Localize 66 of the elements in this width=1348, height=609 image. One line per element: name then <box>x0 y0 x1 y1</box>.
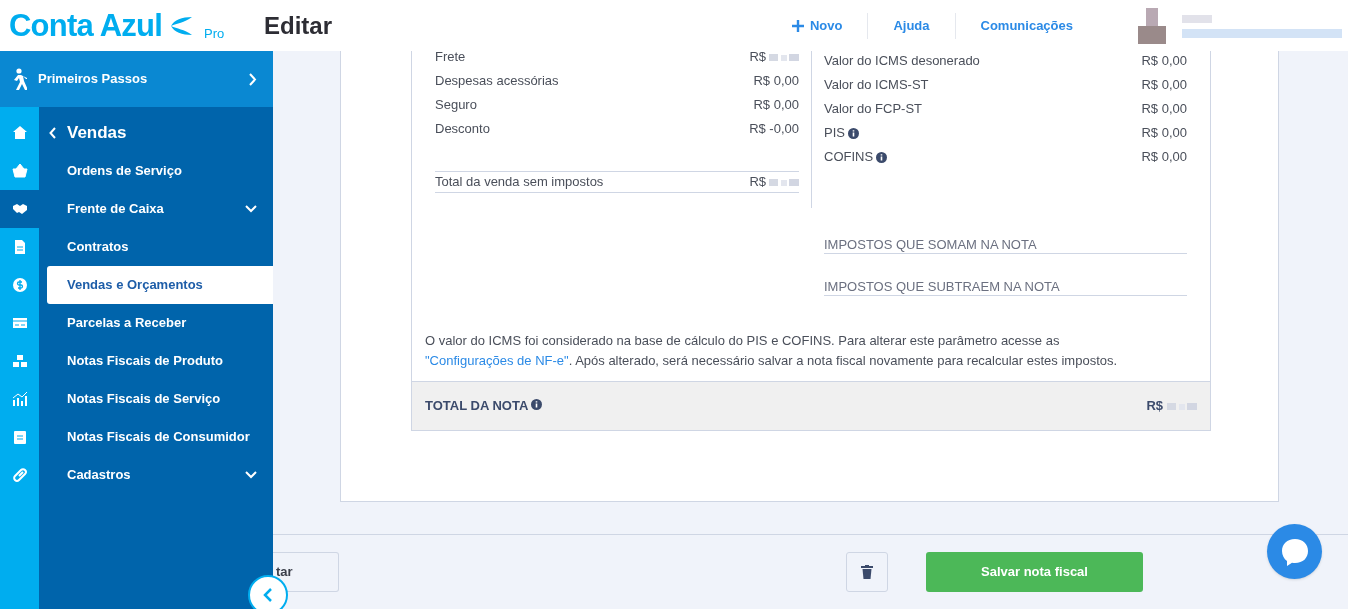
settings-link[interactable]: "Configurações de NF-e" <box>425 353 569 368</box>
rail-item[interactable] <box>0 190 39 228</box>
header-link[interactable]: Comunicações <box>955 15 1098 36</box>
tax-label: Valor do ICMS-ST <box>824 76 929 95</box>
primeiros-passos-item[interactable]: Primeiros Passos <box>0 51 273 107</box>
chevron-right-icon <box>249 72 257 86</box>
tax-label: COFINS <box>824 148 874 167</box>
summary-total-label: Total da venda sem impostos <box>435 173 604 192</box>
total-value: R$ <box>1146 397 1163 416</box>
chart-icon <box>11 391 28 407</box>
tax-value: R$ 0,00 <box>1141 100 1187 119</box>
summary-total-value: R$ <box>749 173 766 192</box>
section-heading: IMPOSTOS QUE SUBTRAEM NA NOTA <box>824 278 1187 296</box>
summary-label: Seguro <box>435 96 477 115</box>
tax-value: R$ 0,00 <box>1141 124 1187 143</box>
total-label: TOTAL DA NOTA <box>425 397 529 416</box>
new-button[interactable]: Novo <box>785 15 868 36</box>
plan-label: Pro <box>204 24 225 43</box>
card-icon <box>11 315 28 331</box>
plus-icon <box>791 19 804 32</box>
clipboard-icon <box>11 429 28 445</box>
basket-icon <box>11 163 28 179</box>
page-title: Editar <box>264 10 332 41</box>
info-note: O valor do ICMS foi considerado na base de cálculo do PIS e COFINS. Para alterar este parâmetro acesse as "Configurações de NF-e". Após alterado, será necessário salvar a nota fiscal novamente para recalcular estes impostos. <box>424 332 1119 370</box>
wing-icon <box>168 15 194 37</box>
sidebar-item[interactable]: Frente de Caixa <box>47 190 273 228</box>
tax-label: Valor do FCP-ST <box>824 100 922 119</box>
tax-label: PIS <box>824 124 845 143</box>
blurred-value-icon <box>769 177 799 187</box>
sidebar-item[interactable]: Contratos <box>47 228 273 266</box>
summary-value: R$ -0,00 <box>749 120 799 139</box>
chat-button[interactable] <box>1267 524 1322 579</box>
dollar-coin-icon <box>11 277 28 293</box>
house-icon <box>11 125 28 141</box>
summary-value: R$ 0,00 <box>753 96 799 115</box>
section-heading: IMPOSTOS QUE SOMAM NA NOTA <box>824 236 1187 254</box>
chevron-left-icon <box>263 588 273 602</box>
summary-value: R$ 0,00 <box>753 72 799 91</box>
tax-value: R$ 0,00 <box>1141 52 1187 71</box>
link-icon <box>11 467 28 483</box>
boxes-icon <box>11 353 28 369</box>
tax-value: R$ 0,00 <box>1141 148 1187 167</box>
header-link[interactable]: Ajuda <box>868 15 955 36</box>
tax-value: R$ 0,00 <box>1141 76 1187 95</box>
info-icon <box>531 398 543 410</box>
sidebar-item[interactable]: Notas Fiscais de Serviço <box>47 380 273 418</box>
chevron-left-icon <box>49 127 57 139</box>
back-to-vendas[interactable]: Vendas <box>39 120 273 146</box>
sidebar-item[interactable]: Notas Fiscais de Consumidor <box>47 418 273 456</box>
sidebar-item[interactable]: Ordens de Serviço <box>47 152 273 190</box>
summary-label: Frete <box>435 48 466 67</box>
logo-text: Conta Azul <box>9 10 162 41</box>
sidebar-item[interactable]: Cadastros <box>47 456 273 494</box>
tax-label: Valor do ICMS desonerado <box>824 52 980 71</box>
summary-label: Despesas acessórias <box>435 72 559 91</box>
sidebar-item[interactable]: Vendas e Orçamentos <box>47 266 273 304</box>
delete-button[interactable] <box>846 552 888 592</box>
avatar-icon <box>1138 7 1166 44</box>
collapse-sidebar-button[interactable] <box>248 575 288 609</box>
trash-icon <box>861 565 873 579</box>
chevron-down-icon <box>245 471 257 479</box>
summary-label: Desconto <box>435 120 490 139</box>
chevron-down-icon <box>245 205 257 213</box>
sidebar-item[interactable]: Notas Fiscais de Produto <box>47 342 273 380</box>
summary-value: R$ <box>749 48 766 67</box>
sidebar-item[interactable]: Parcelas a Receber <box>47 304 273 342</box>
